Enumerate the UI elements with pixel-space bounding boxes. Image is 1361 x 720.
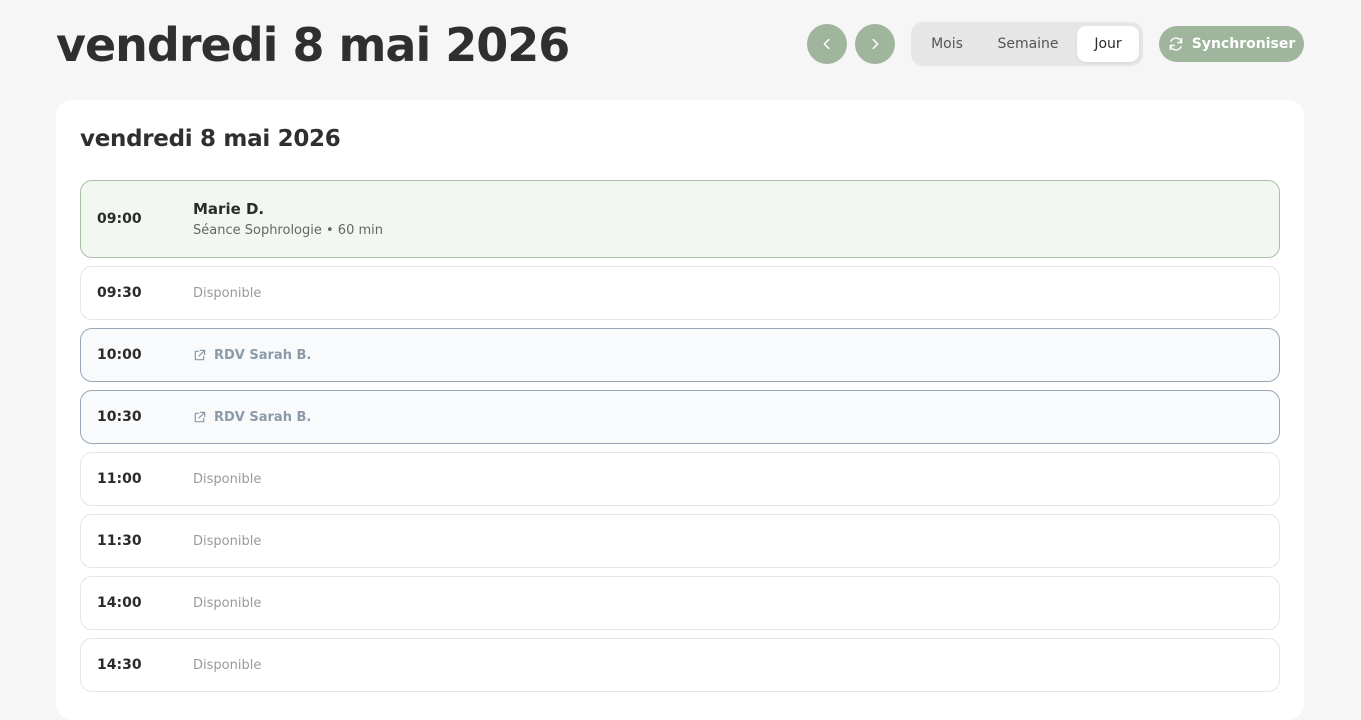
slot-time: 09:30 — [97, 285, 142, 301]
tab-day[interactable]: Jour — [1077, 26, 1139, 62]
external-event-slot[interactable]: 10:00 RDV Sarah B. — [80, 328, 1280, 382]
available-slot[interactable]: 11:30 Disponible — [80, 514, 1280, 568]
next-day-button[interactable] — [855, 24, 895, 64]
slot-time: 11:00 — [97, 471, 142, 487]
day-view-card: vendredi 8 mai 2026 09:00 Marie D. Séanc… — [56, 100, 1304, 720]
available-slot[interactable]: 14:00 Disponible — [80, 576, 1280, 630]
previous-day-button[interactable] — [807, 24, 847, 64]
slot-time: 09:00 — [97, 211, 142, 227]
appointment-detail: Séance Sophrologie • 60 min — [193, 223, 383, 238]
external-event-label: RDV Sarah B. — [214, 409, 312, 425]
chevron-left-icon — [823, 38, 830, 50]
client-name: Marie D. — [193, 200, 265, 218]
external-event-label: RDV Sarah B. — [214, 347, 312, 363]
slot-status: Disponible — [193, 471, 262, 487]
page-title: vendredi 8 mai 2026 — [56, 18, 570, 72]
external-link-icon — [194, 411, 206, 422]
sync-button-label: Synchroniser — [1191, 36, 1296, 52]
available-slot[interactable]: 09:30 Disponible — [80, 266, 1280, 320]
available-slot[interactable]: 14:30 Disponible — [80, 638, 1280, 692]
external-event-slot[interactable]: 10:30 RDV Sarah B. — [80, 390, 1280, 444]
tab-month[interactable]: Mois — [915, 26, 979, 62]
slot-time: 14:30 — [97, 657, 142, 673]
slot-time: 10:00 — [97, 347, 142, 363]
slot-time: 14:00 — [97, 595, 142, 611]
appointment-slot[interactable]: 09:00 Marie D. Séance Sophrologie • 60 m… — [80, 180, 1280, 258]
view-switcher: Mois Semaine Jour — [911, 22, 1143, 66]
slot-status: Disponible — [193, 285, 262, 301]
external-event: RDV Sarah B. — [193, 348, 311, 363]
day-title: vendredi 8 mai 2026 — [80, 126, 341, 152]
tab-week[interactable]: Semaine — [979, 26, 1077, 62]
available-slot[interactable]: 11:00 Disponible — [80, 452, 1280, 506]
refresh-icon — [1169, 37, 1183, 51]
chevron-right-icon — [872, 38, 879, 50]
slot-time: 10:30 — [97, 409, 142, 425]
sync-button[interactable]: Synchroniser — [1159, 26, 1304, 62]
external-event: RDV Sarah B. — [193, 410, 311, 425]
external-link-icon — [194, 349, 206, 360]
slot-status: Disponible — [193, 595, 262, 611]
calendar-header: vendredi 8 mai 2026 Mois Semaine Jour Sy… — [0, 0, 1361, 90]
appointment-info: Marie D. Séance Sophrologie • 60 min — [193, 200, 383, 238]
slot-status: Disponible — [193, 533, 262, 549]
slot-status: Disponible — [193, 657, 262, 673]
slot-time: 11:30 — [97, 533, 142, 549]
